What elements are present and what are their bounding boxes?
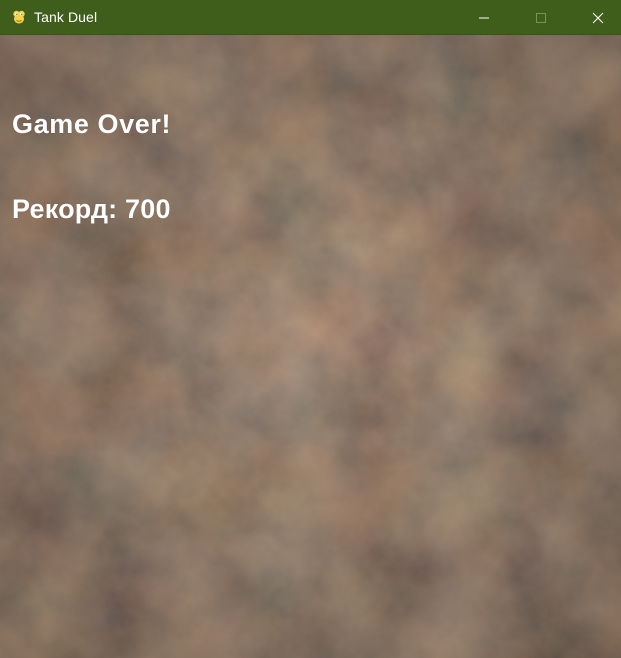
- minimize-button[interactable]: [461, 0, 507, 35]
- minimize-icon: [479, 17, 489, 18]
- maximize-icon: [536, 12, 546, 23]
- game-window: Tank Duel Game Over! Рекорд: 700: [0, 0, 621, 658]
- game-canvas[interactable]: Game Over! Рекорд: 700: [0, 35, 621, 658]
- close-icon: [592, 12, 604, 23]
- window-title: Tank Duel: [34, 9, 98, 25]
- record-score-text: Рекорд: 700: [12, 194, 171, 224]
- game-over-text: Game Over!: [12, 109, 172, 139]
- maximize-button[interactable]: [518, 0, 564, 35]
- window-controls: [461, 0, 621, 35]
- close-button[interactable]: [575, 0, 621, 35]
- title-bar[interactable]: Tank Duel: [0, 0, 621, 35]
- python-snake-icon: [11, 9, 27, 25]
